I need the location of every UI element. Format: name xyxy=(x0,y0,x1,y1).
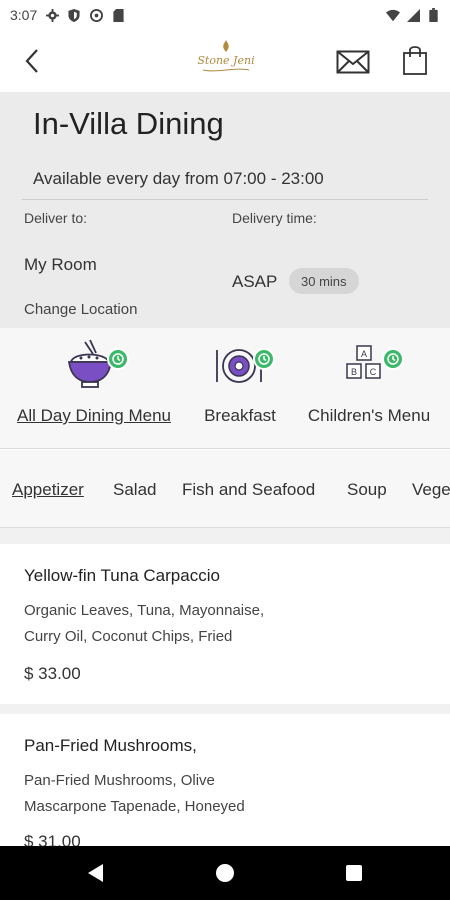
svg-text:C: C xyxy=(370,367,377,377)
blocks-icon: A B C xyxy=(338,338,404,392)
availability-text: Available every day from 07:00 - 23:00 xyxy=(33,169,324,188)
delivery-time-label: Delivery time: xyxy=(232,210,317,226)
delivery-time-value[interactable]: ASAP xyxy=(232,272,277,292)
nav-home-button[interactable] xyxy=(211,859,239,887)
cart-button[interactable] xyxy=(402,44,434,80)
tab-appetizer[interactable]: Appetizer xyxy=(12,480,84,500)
menu-label: All Day Dining Menu xyxy=(16,406,171,425)
clock-icon xyxy=(107,348,129,370)
tab-fish-and-seafood[interactable]: Fish and Seafood xyxy=(182,480,315,500)
item-price: $ 31.00 xyxy=(24,832,81,846)
system-nav-bar xyxy=(0,846,450,900)
signal-icon xyxy=(406,8,420,22)
menu-selector: All Day Dining Menu Breakfast A B C Chil… xyxy=(0,328,450,449)
logo-text: Stone Jeni xyxy=(197,54,255,67)
item-description-line: Pan-Fried Mushrooms, Olive xyxy=(24,772,215,789)
svg-text:B: B xyxy=(351,367,357,377)
mail-button[interactable] xyxy=(336,50,374,78)
item-name: Pan-Fried Mushrooms, xyxy=(24,736,197,755)
home-circle-icon xyxy=(216,864,234,882)
delivery-time-badge[interactable]: 30 mins xyxy=(289,268,359,294)
menu-item-card[interactable]: Pan-Fried Mushrooms, Pan-Fried Mushrooms… xyxy=(0,714,450,846)
bowl-icon xyxy=(63,338,129,392)
nav-back-button[interactable] xyxy=(82,859,110,887)
item-description-line: Organic Leaves, Tuna, Mayonnaise, xyxy=(24,602,265,619)
triangle-back-icon xyxy=(88,864,103,882)
wifi-icon xyxy=(386,8,400,22)
app-bar: Stone Jeni xyxy=(0,30,450,92)
clock-icon xyxy=(382,348,404,370)
shopping-bag-icon xyxy=(403,46,427,75)
page-title: In-Villa Dining xyxy=(33,106,224,141)
menu-all-day-dining[interactable]: All Day Dining Menu xyxy=(12,328,176,449)
envelope-icon xyxy=(336,50,370,74)
clock-icon xyxy=(253,348,275,370)
menu-breakfast[interactable]: Breakfast xyxy=(190,328,290,449)
square-recents-icon xyxy=(346,865,362,881)
divider xyxy=(22,199,428,200)
chevron-left-icon xyxy=(25,49,38,73)
tab-soup[interactable]: Soup xyxy=(347,480,387,500)
menu-label: Breakfast xyxy=(204,406,276,425)
item-name: Yellow-fin Tuna Carpaccio xyxy=(24,566,220,585)
change-location-link[interactable]: Change Location xyxy=(24,301,137,318)
item-price: $ 33.00 xyxy=(24,664,81,683)
plate-icon xyxy=(209,338,275,392)
tab-vegetarian[interactable]: Vege xyxy=(412,480,450,500)
menu-childrens[interactable]: A B C Children's Menu xyxy=(300,328,438,449)
back-button[interactable] xyxy=(18,46,46,76)
menu-items-list: Yellow-fin Tuna Carpaccio Organic Leaves… xyxy=(0,528,450,846)
deliver-to-label: Deliver to: xyxy=(24,210,88,226)
item-description-line: Curry Oil, Coconut Chips, Fried xyxy=(24,628,233,645)
logo-flame-icon xyxy=(223,40,229,52)
dining-info: In-Villa Dining Available every day from… xyxy=(0,92,450,328)
status-bar: 3:07 xyxy=(0,0,450,30)
shield-icon xyxy=(67,8,81,22)
settings-icon xyxy=(45,8,59,22)
tab-salad[interactable]: Salad xyxy=(113,480,156,500)
menu-label: Children's Menu xyxy=(307,406,431,425)
menu-item-card[interactable]: Yellow-fin Tuna Carpaccio Organic Leaves… xyxy=(0,544,450,704)
nav-recents-button[interactable] xyxy=(340,859,368,887)
status-time: 3:07 xyxy=(10,7,38,23)
svg-text:A: A xyxy=(361,349,367,359)
sd-card-icon xyxy=(111,8,125,22)
battery-icon xyxy=(426,8,440,22)
logo-underline-icon xyxy=(202,68,250,72)
category-tabs: Appetizer Salad Fish and Seafood Soup Ve… xyxy=(0,450,450,528)
hotel-logo: Stone Jeni xyxy=(190,40,262,82)
delivery-location: My Room xyxy=(24,255,97,274)
item-description-line: Mascarpone Tapenade, Honeyed xyxy=(24,798,245,815)
sync-icon xyxy=(89,8,103,22)
